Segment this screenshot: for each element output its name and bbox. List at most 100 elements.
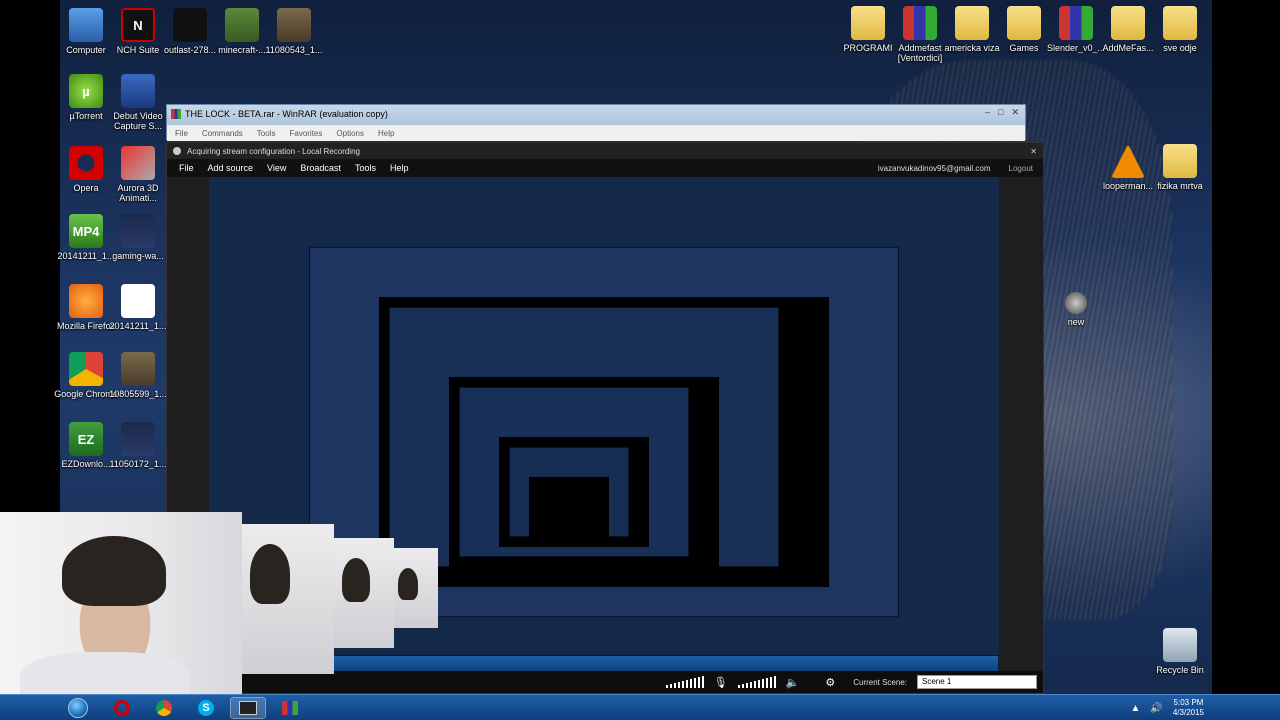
clock[interactable]: 5:03 PM 4/3/2015: [1173, 698, 1204, 718]
desktop-icon-20141211-file[interactable]: 20141211_1...: [106, 284, 170, 331]
gear-icon[interactable]: ⚙: [825, 676, 835, 689]
mp4-file-icon: MP4: [69, 214, 103, 248]
microphone-icon[interactable]: 🎙: [714, 676, 728, 689]
obs-menu-tools[interactable]: Tools: [355, 163, 376, 173]
obs-icon: [239, 701, 257, 715]
image-file-icon: [121, 352, 155, 386]
aurora-3d-icon: [121, 146, 155, 180]
winrar-window[interactable]: THE LOCK - BETA.rar - WinRAR (evaluation…: [166, 104, 1026, 141]
taskbar-chrome[interactable]: [146, 697, 182, 719]
taskbar-opera[interactable]: [104, 697, 140, 719]
ezdownloader-icon: EZ: [69, 422, 103, 456]
skype-icon: S: [198, 700, 214, 716]
start-button[interactable]: [60, 697, 96, 719]
chrome-icon: [69, 352, 103, 386]
taskbar-skype[interactable]: S: [188, 697, 224, 719]
obs-titlebar: Acquiring stream configuration - Local R…: [167, 143, 1043, 159]
maximize-icon[interactable]: □: [998, 107, 1003, 118]
right-black-bar: [1212, 0, 1280, 720]
utorrent-icon: µ: [69, 74, 103, 108]
desktop-icon-fizika-mrtva[interactable]: fizika mrtva: [1148, 144, 1212, 191]
desktop-icon-recycle-bin[interactable]: Recycle Bin: [1148, 628, 1212, 675]
close-icon[interactable]: ✕: [1011, 107, 1019, 118]
mic-audio-meter: [737, 676, 776, 688]
video-file-icon: [173, 8, 207, 42]
logout-link[interactable]: Logout: [1009, 164, 1033, 173]
winrar-menu-tools[interactable]: Tools: [257, 129, 276, 138]
desktop-audio-meter: [665, 676, 704, 688]
opera-icon: [114, 700, 130, 716]
winrar-menu-help[interactable]: Help: [378, 129, 394, 138]
winrar-menu-commands[interactable]: Commands: [202, 129, 243, 138]
winrar-icon: [171, 109, 181, 119]
folder-icon: [955, 6, 989, 40]
image-file-icon: [121, 214, 155, 248]
webcam-overlay: [0, 512, 242, 694]
webcam-echo: [242, 524, 334, 674]
obs-menu-add-source[interactable]: Add source: [208, 163, 254, 173]
obs-title: Acquiring stream configuration - Local R…: [187, 146, 360, 156]
webcam-echo: [394, 548, 438, 628]
winrar-menu-file[interactable]: File: [175, 129, 188, 138]
desktop-icon-10805599[interactable]: 10805599_1...: [106, 352, 170, 399]
desktop-icon-11080543[interactable]: 11080543_1...: [262, 8, 326, 55]
winrar-window-controls: – □ ✕: [985, 107, 1019, 118]
obs-menu-help[interactable]: Help: [390, 163, 409, 173]
desktop-icon-aurora[interactable]: Aurora 3D Animati...: [106, 146, 170, 203]
winrar-archive-icon: [903, 6, 937, 40]
blank-file-icon: [121, 284, 155, 318]
webcam-person: [250, 544, 290, 604]
winrar-menubar: File Commands Tools Favorites Options He…: [167, 125, 1025, 141]
clock-time: 5:03 PM: [1173, 698, 1204, 707]
image-file-icon: [121, 422, 155, 456]
desktop-icon-debut[interactable]: Debut Video Capture S...: [106, 74, 170, 131]
desktop-icon-11050172[interactable]: 11050172_1...: [106, 422, 170, 469]
obs-menu-broadcast[interactable]: Broadcast: [300, 163, 341, 173]
current-scene-label: Current Scene:: [853, 677, 907, 687]
webcam-person: [398, 568, 418, 600]
opera-icon: [69, 146, 103, 180]
minimize-icon[interactable]: –: [985, 107, 990, 118]
speaker-icon[interactable]: 🔈: [786, 676, 800, 689]
image-file-icon: [225, 8, 259, 42]
winrar-menu-favorites[interactable]: Favorites: [289, 129, 322, 138]
webcam-person: [342, 558, 370, 602]
desktop-icon-gaming-wa[interactable]: gaming-wa...: [106, 214, 170, 261]
close-icon[interactable]: ✕: [1030, 147, 1037, 156]
debut-video-icon: [121, 74, 155, 108]
webcam-echo: [334, 538, 394, 648]
folder-icon: [1007, 6, 1041, 40]
clock-date: 4/3/2015: [1172, 708, 1204, 717]
windows-start-icon: [68, 698, 88, 718]
image-file-icon: [277, 8, 311, 42]
webcam-hair: [62, 536, 166, 606]
folder-icon: [1111, 6, 1145, 40]
volume-icon[interactable]: 🔊: [1150, 703, 1162, 714]
desktop-icon-sve-odje[interactable]: sve odje: [1148, 6, 1212, 53]
firefox-icon: [69, 284, 103, 318]
winrar-title: THE LOCK - BETA.rar - WinRAR (evaluation…: [185, 109, 388, 119]
folder-icon: [851, 6, 885, 40]
folder-icon: [1163, 144, 1197, 178]
obs-status-bar: 🎙 🔈 ⚙ Current Scene: Scene 1: [167, 671, 1043, 693]
recursive-frame: [529, 477, 609, 537]
winrar-archive-icon: [1059, 6, 1093, 40]
disc-icon: [1065, 292, 1087, 314]
recycle-bin-icon: [1163, 628, 1197, 662]
chevron-up-icon[interactable]: ▲: [1131, 703, 1141, 714]
desktop-icon-new[interactable]: new: [1044, 292, 1108, 327]
taskbar-winrar[interactable]: [272, 697, 308, 719]
webcam-shirt: [20, 652, 190, 694]
obs-menu-view[interactable]: View: [267, 163, 286, 173]
taskbar-obs[interactable]: [230, 697, 266, 719]
account-email: ivazanvukadinov95@gmail.com: [877, 163, 991, 173]
computer-icon: [69, 8, 103, 42]
obs-menu-file[interactable]: File: [179, 163, 194, 173]
winrar-menu-options[interactable]: Options: [336, 129, 364, 138]
taskbar: S ▲ 🔊 5:03 PM 4/3/2015: [0, 694, 1280, 720]
scene-dropdown[interactable]: Scene 1: [917, 675, 1037, 689]
winrar-icon: [282, 701, 298, 715]
chrome-icon: [156, 700, 172, 716]
nch-suite-icon: N: [121, 8, 155, 42]
obs-menubar: File Add source View Broadcast Tools Hel…: [167, 159, 1043, 177]
